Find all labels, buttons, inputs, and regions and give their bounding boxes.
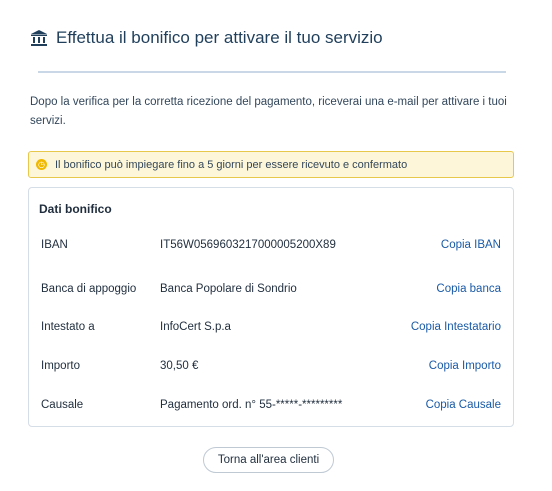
row-amount: Importo 30,50 € Copia Importo [29, 360, 513, 380]
copy-iban-link[interactable]: Copia IBAN [441, 239, 501, 251]
row-value: 30,50 € [160, 360, 199, 372]
bank-icon [30, 29, 48, 47]
card-title: Dati bonifico [39, 202, 112, 216]
copy-reason-link[interactable]: Copia Causale [426, 399, 501, 411]
warning-clock-icon: ◷ [36, 159, 47, 170]
row-value: Banca Popolare di Sondrio [160, 283, 297, 295]
row-label: Intestato a [41, 321, 95, 333]
row-holder: Intestato a InfoCert S.p.a Copia Intesta… [29, 321, 513, 341]
warning-text: Il bonifico può impiegare fino a 5 giorn… [55, 158, 408, 171]
row-label: Causale [41, 399, 84, 411]
copy-holder-link[interactable]: Copia Intestatario [411, 321, 501, 333]
row-bank: Banca di appoggio Banca Popolare di Sond… [29, 283, 513, 303]
row-value: IT56W0569603217000005200X89 [160, 239, 336, 251]
row-label: Banca di appoggio [41, 283, 137, 295]
page-header: Effettua il bonifico per attivare il tuo… [30, 28, 383, 48]
row-label: IBAN [41, 239, 68, 251]
header-divider [38, 71, 506, 73]
copy-amount-link[interactable]: Copia Importo [429, 360, 501, 372]
transfer-details-card: Dati bonifico IBAN IT56W0569603217000005… [28, 187, 514, 427]
back-to-client-area-button[interactable]: Torna all'area clienti [203, 447, 334, 473]
row-iban: IBAN IT56W0569603217000005200X89 Copia I… [29, 239, 513, 259]
copy-bank-link[interactable]: Copia banca [436, 283, 501, 295]
page-title: Effettua il bonifico per attivare il tuo… [56, 28, 383, 47]
row-reason: Causale Pagamento ord. n° 55-*****-*****… [29, 399, 513, 419]
warning-banner: ◷ Il bonifico può impiegare fino a 5 gio… [28, 151, 514, 178]
row-label: Importo [41, 360, 80, 372]
row-value: InfoCert S.p.a [160, 321, 231, 333]
row-value: Pagamento ord. n° 55-*****-********* [160, 399, 343, 411]
intro-text: Dopo la verifica per la corretta ricezio… [30, 96, 507, 127]
